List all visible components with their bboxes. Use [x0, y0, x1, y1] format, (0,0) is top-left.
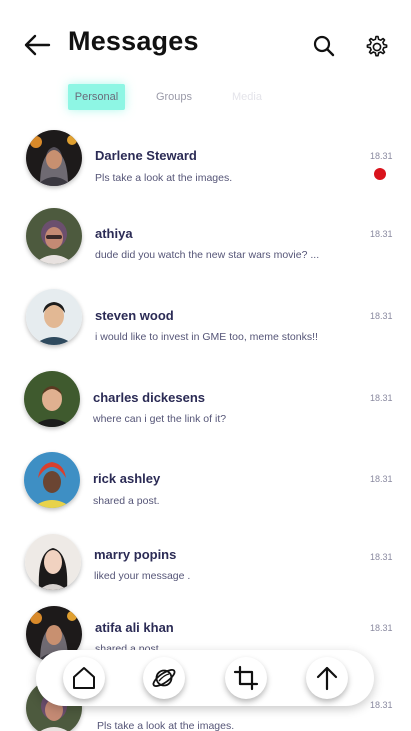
tab-groups[interactable]: Groups	[150, 84, 198, 110]
message-preview: Pls take a look at the images.	[95, 172, 233, 184]
message-preview: shared a post.	[93, 495, 160, 507]
conversation-list[interactable]: Darlene Steward Pls take a look at the i…	[0, 124, 411, 731]
avatar	[25, 534, 81, 590]
nav-crop-button[interactable]	[225, 657, 267, 699]
bottom-navigation	[36, 650, 374, 706]
message-time: 18.31	[370, 393, 393, 403]
message-time: 18.31	[370, 700, 393, 710]
conversation-row[interactable]: charles dickesens where can i get the li…	[0, 370, 411, 440]
search-button[interactable]	[312, 34, 336, 58]
tab-bar: Personal Groups Media	[0, 82, 411, 114]
message-time: 18.31	[370, 474, 393, 484]
message-preview: dude did you watch the new star wars mov…	[95, 249, 320, 261]
back-button[interactable]	[22, 30, 52, 60]
message-time: 18.31	[370, 229, 393, 239]
tab-personal[interactable]: Personal	[68, 84, 125, 110]
conversation-row[interactable]: marry popins liked your message . 18.31	[0, 534, 411, 604]
planet-icon	[152, 669, 176, 687]
contact-name: athiya	[95, 226, 133, 241]
avatar	[26, 130, 82, 186]
message-time: 18.31	[370, 552, 393, 562]
unread-indicator	[374, 168, 386, 180]
conversation-row[interactable]: rick ashley shared a post. 18.31	[0, 451, 411, 521]
contact-name: Darlene Steward	[95, 148, 197, 163]
contact-name: atifa ali khan	[95, 620, 174, 635]
avatar	[26, 208, 82, 264]
tab-media[interactable]: Media	[224, 84, 270, 110]
gear-icon	[366, 35, 388, 57]
avatar	[24, 452, 80, 508]
crop-icon	[233, 665, 259, 691]
search-icon	[313, 35, 335, 57]
message-preview: liked your message .	[94, 570, 191, 582]
nav-explore-button[interactable]	[143, 657, 185, 699]
conversation-row[interactable]: athiya dude did you watch the new star w…	[0, 206, 411, 276]
message-time: 18.31	[370, 151, 393, 161]
page-title: Messages	[68, 26, 199, 56]
message-preview: where can i get the link of it?	[93, 413, 227, 425]
nav-upload-button[interactable]	[306, 657, 348, 699]
message-time: 18.31	[370, 623, 393, 633]
message-preview: Pls take a look at the images.	[97, 720, 235, 731]
conversation-row[interactable]: Darlene Steward Pls take a look at the i…	[0, 128, 411, 198]
avatar	[24, 371, 80, 427]
nav-home-button[interactable]	[63, 657, 105, 699]
message-preview: i would like to invest in GME too, meme …	[95, 331, 318, 343]
avatar	[26, 289, 82, 345]
contact-name: steven wood	[95, 308, 174, 323]
arrow-up-icon	[316, 666, 338, 691]
conversation-row[interactable]: steven wood i would like to invest in GM…	[0, 288, 411, 358]
contact-name: charles dickesens	[93, 390, 206, 405]
contact-name: rick ashley	[93, 471, 161, 486]
message-time: 18.31	[370, 311, 393, 321]
settings-button[interactable]	[363, 34, 389, 60]
contact-name: marry popins	[94, 547, 177, 562]
app-header: Messages	[0, 0, 411, 80]
home-icon	[73, 667, 95, 689]
arrow-left-icon	[24, 34, 51, 56]
